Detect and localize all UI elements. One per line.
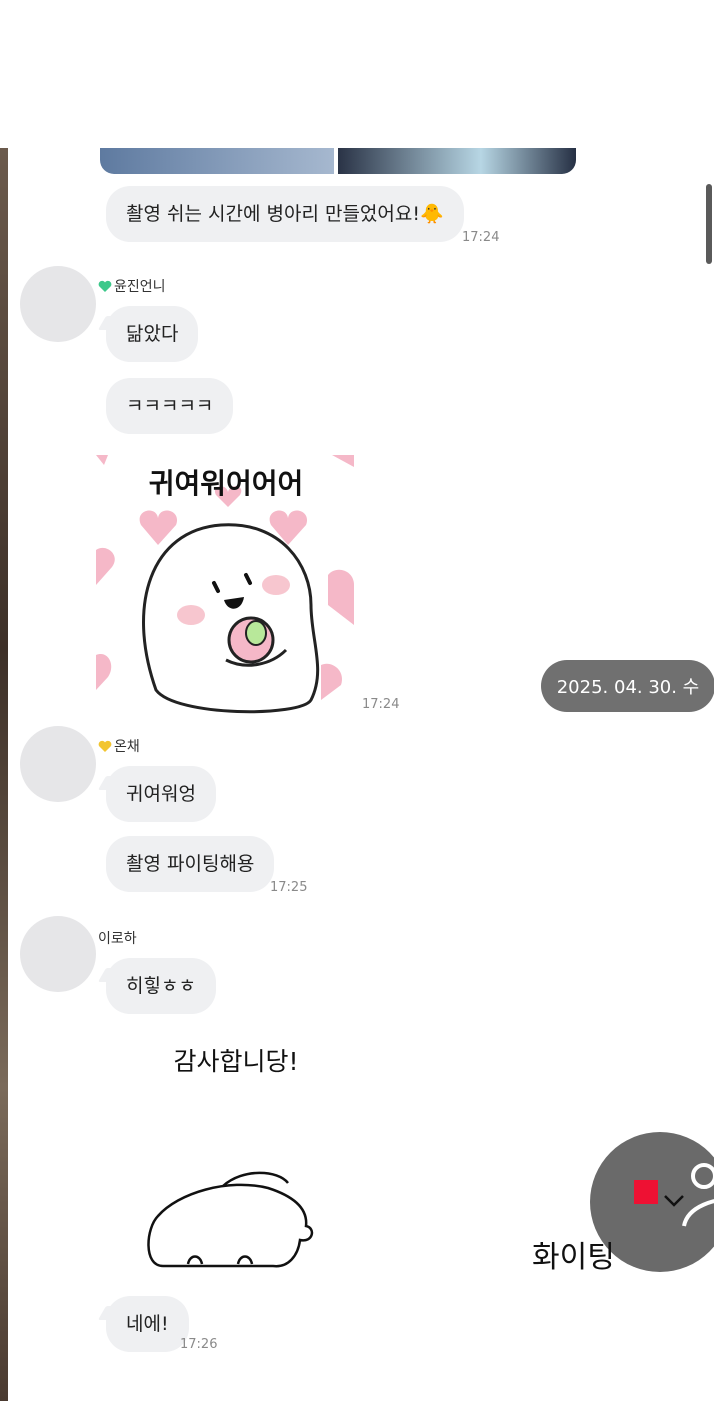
sender-name: 윤진언니 — [98, 276, 166, 296]
sender-name: 온채 — [98, 736, 140, 756]
record-stop-icon[interactable] — [634, 1180, 658, 1204]
message-text: 귀여워엉 — [126, 783, 196, 805]
message-bubble[interactable]: 히힣ㅎㅎ — [106, 958, 216, 1014]
photo-thumb-1[interactable] — [100, 148, 334, 174]
message-text: 네에! — [126, 1313, 169, 1335]
message-bubble[interactable]: ㅋㅋㅋㅋㅋ — [106, 378, 234, 434]
heart-icon — [98, 280, 112, 292]
message-time: 17:26 — [180, 1337, 218, 1352]
message-bubble[interactable]: 촬영 파이팅해용 — [106, 836, 275, 892]
sticker-image[interactable]: 귀여워어어어 — [96, 455, 356, 715]
sticker-caption: 감사합니당! — [173, 1047, 298, 1076]
message-time: 17:25 — [270, 880, 308, 895]
sender-name-text: 이로하 — [98, 931, 137, 947]
message-text: ㅋㅋㅋㅋㅋ — [126, 395, 214, 417]
overlay-caption: 화이팅 — [532, 1240, 615, 1275]
message-bubble[interactable]: 귀여워엉 — [106, 766, 216, 822]
message-bubble[interactable]: 네에! — [106, 1296, 189, 1352]
scrollbar[interactable] — [706, 184, 712, 264]
sender-name-text: 온채 — [114, 739, 140, 755]
sender-name-text: 윤진언니 — [114, 279, 166, 295]
date-divider: 2025. 04. 30. 수 — [541, 660, 714, 712]
message-text: 히힣ㅎㅎ — [126, 975, 196, 997]
person-icon — [682, 1163, 714, 1227]
message-text: 닮았다 — [126, 323, 179, 345]
avatar[interactable] — [20, 266, 96, 342]
message-text: 촬영 파이팅해용 — [126, 853, 255, 875]
message-bubble[interactable]: 닮았다 — [106, 306, 199, 362]
message-time: 17:24 — [362, 697, 400, 712]
message-text: 촬영 쉬는 시간에 병아리 만들었어요!🐥 — [126, 203, 444, 225]
avatar[interactable] — [20, 916, 96, 992]
shared-photo-strip[interactable] — [100, 148, 576, 174]
date-divider-text: 2025. 04. 30. 수 — [556, 677, 700, 698]
avatar[interactable] — [20, 726, 96, 802]
message-time: 17:24 — [462, 230, 500, 245]
sender-name: 이로하 — [98, 928, 137, 948]
photo-thumb-2[interactable] — [338, 148, 576, 174]
sticker-caption: 귀여워어어어 — [149, 467, 304, 500]
heart-icon — [98, 740, 112, 752]
left-edge-frame — [0, 148, 8, 1401]
sticker-image[interactable]: 감사합니당! — [128, 1028, 338, 1288]
message-bubble[interactable]: 촬영 쉬는 시간에 병아리 만들었어요!🐥 — [106, 186, 464, 242]
